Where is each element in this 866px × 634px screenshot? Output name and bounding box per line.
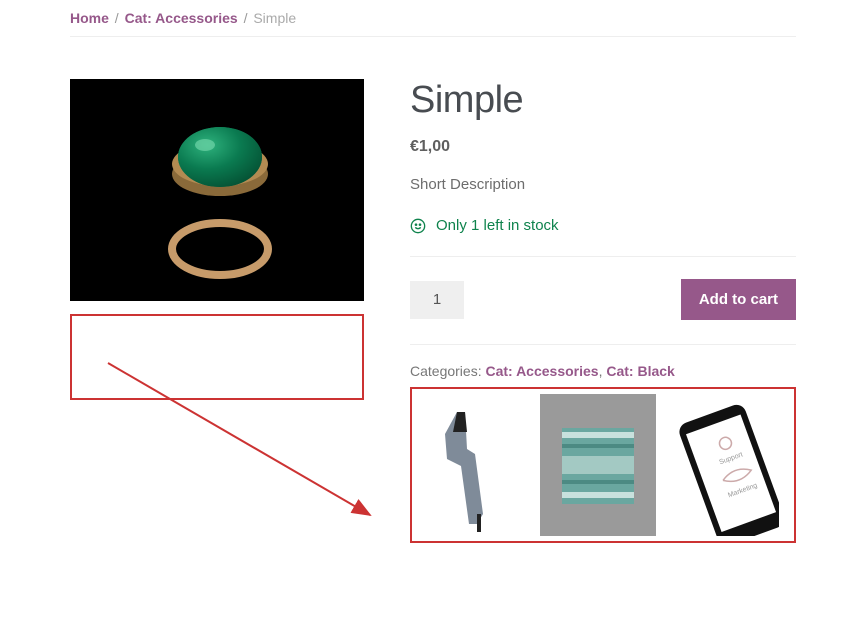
divider — [410, 344, 796, 345]
comma: , — [599, 363, 603, 379]
divider — [410, 256, 796, 257]
upsell-product[interactable] — [417, 394, 533, 536]
breadcrumb-current: Simple — [253, 10, 296, 26]
product-short-description: Short Description — [410, 176, 796, 193]
upsell-product[interactable]: Support Marketing — [663, 394, 779, 536]
categories-label: Categories: — [410, 363, 482, 379]
breadcrumb-category[interactable]: Cat: Accessories — [125, 10, 238, 26]
product-title: Simple — [410, 79, 796, 122]
product-main-image[interactable] — [70, 79, 364, 301]
product-thumbnail-strip[interactable] — [70, 314, 364, 400]
stock-text: Only 1 left in stock — [436, 217, 559, 234]
upsell-products-box: Support Marketing — [410, 387, 796, 543]
breadcrumb: Home / Cat: Accessories / Simple — [70, 10, 796, 37]
breadcrumb-home[interactable]: Home — [70, 10, 109, 26]
add-to-cart-button[interactable]: Add to cart — [681, 279, 796, 320]
product-price: €1,00 — [410, 138, 796, 156]
product-categories: Categories: Cat: Accessories, Cat: Black — [410, 363, 796, 379]
breadcrumb-sep: / — [242, 10, 250, 26]
quantity-input[interactable] — [410, 281, 464, 319]
upsell-product[interactable] — [540, 394, 656, 536]
category-link[interactable]: Cat: Accessories — [485, 363, 598, 379]
stock-status: Only 1 left in stock — [410, 217, 796, 234]
smile-icon — [410, 218, 426, 234]
breadcrumb-sep: / — [113, 10, 121, 26]
category-link[interactable]: Cat: Black — [606, 363, 674, 379]
